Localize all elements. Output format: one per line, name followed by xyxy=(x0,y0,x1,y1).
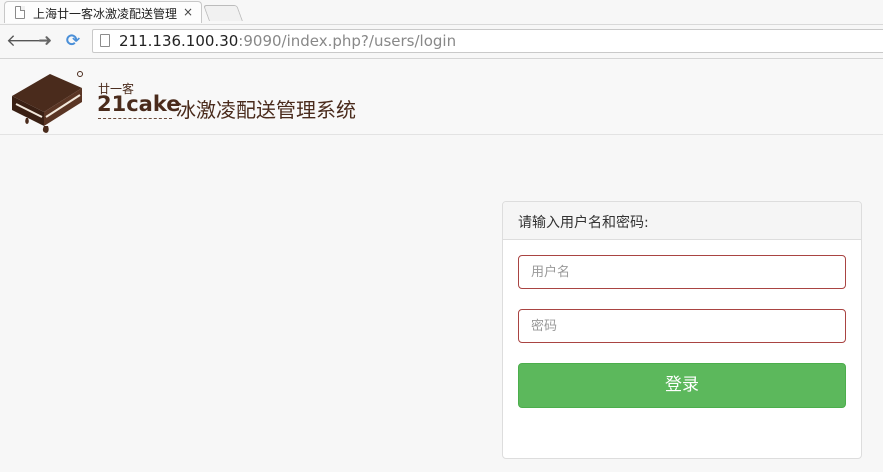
url-host: 211.136.100.30 xyxy=(119,32,239,50)
back-arrow-icon[interactable]: 🡐 xyxy=(6,31,52,51)
cake-logo-icon xyxy=(12,71,83,133)
browser-toolbar: 🡐 ➜ ⟳ 211.136.100.30:9090/index.php?/use… xyxy=(0,25,883,59)
brand-underline xyxy=(98,118,172,119)
address-bar[interactable]: 211.136.100.30:9090/index.php?/users/log… xyxy=(92,29,883,53)
page-info-icon[interactable] xyxy=(100,34,110,47)
new-tab-button[interactable] xyxy=(203,5,243,21)
forward-arrow-icon[interactable]: ➜ xyxy=(35,31,55,51)
login-button[interactable]: 登录 xyxy=(518,363,846,408)
browser-tab[interactable]: 上海廿一客冰激凌配送管理 × xyxy=(4,1,202,23)
url-path: :9090/index.php?/users/login xyxy=(238,32,457,50)
app-header: 廿一客 21cake 冰激凌配送管理系统 xyxy=(0,59,883,135)
login-panel-heading: 请输入用户名和密码: xyxy=(503,202,861,240)
url-text[interactable]: 211.136.100.30:9090/index.php?/users/log… xyxy=(119,32,456,50)
reload-icon[interactable]: ⟳ xyxy=(63,31,83,51)
tab-title: 上海廿一客冰激凌配送管理 xyxy=(33,7,178,21)
page-icon xyxy=(15,6,25,19)
username-input[interactable] xyxy=(518,255,846,289)
tab-close-icon[interactable]: × xyxy=(183,5,193,19)
browser-tabstrip: 上海廿一客冰激凌配送管理 × xyxy=(0,0,883,25)
system-title: 冰激凌配送管理系统 xyxy=(176,98,356,122)
brand-wordmark: 21cake xyxy=(97,92,181,116)
password-input[interactable] xyxy=(518,309,846,343)
login-panel: 请输入用户名和密码: 登录 xyxy=(502,201,862,459)
